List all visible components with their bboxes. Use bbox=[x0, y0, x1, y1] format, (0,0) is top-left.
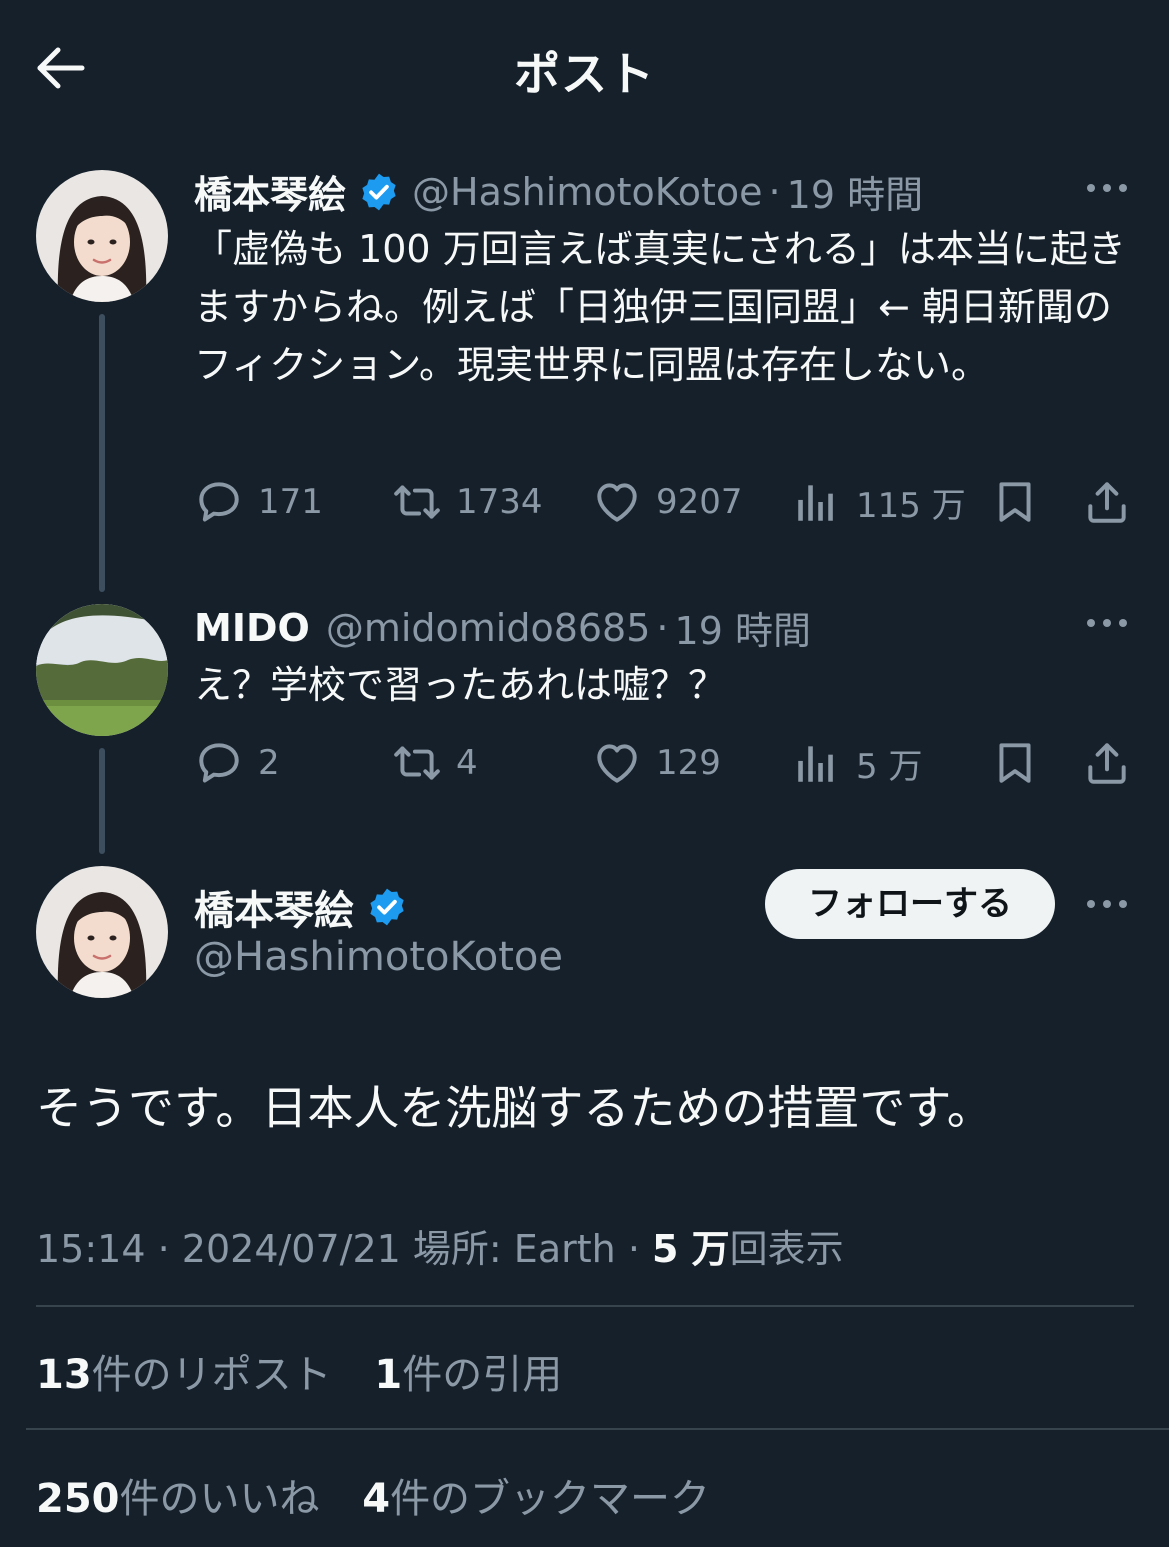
display-name[interactable]: MIDO bbox=[194, 606, 310, 650]
bookmark-icon bbox=[990, 738, 1040, 788]
quotes-stat[interactable]: 1件の引用 bbox=[374, 1352, 562, 1398]
like-count: 9207 bbox=[656, 482, 743, 522]
page-title: ポスト bbox=[514, 47, 655, 101]
repost-icon bbox=[392, 477, 442, 527]
bookmark-button[interactable] bbox=[990, 477, 1040, 527]
separator: · bbox=[656, 605, 669, 650]
post-meta: 15:14 · 2024/07/21 場所: Earth · 5 万回表示 bbox=[36, 1218, 844, 1273]
separator: · bbox=[768, 169, 781, 214]
repost-count: 4 bbox=[456, 743, 478, 783]
follow-button[interactable]: フォローする bbox=[765, 869, 1055, 939]
views-chart-icon bbox=[792, 477, 842, 527]
views-label: 回表示 bbox=[729, 1227, 844, 1271]
verified-badge-icon bbox=[366, 886, 408, 928]
views-count: 5 万 bbox=[652, 1227, 730, 1271]
post-date[interactable]: 2024/07/21 bbox=[182, 1227, 401, 1271]
repost-button[interactable]: 1734 bbox=[392, 477, 543, 527]
more-options-button[interactable] bbox=[1083, 892, 1131, 916]
user-avatar-image bbox=[36, 866, 168, 998]
user-handle[interactable]: @HashimotoKotoe bbox=[194, 934, 563, 980]
likes-label: 件のいいね bbox=[119, 1476, 320, 1522]
user-handle[interactable]: @midomido8685 bbox=[326, 606, 651, 650]
like-count: 129 bbox=[656, 743, 721, 783]
bookmark-button[interactable] bbox=[990, 738, 1040, 788]
reply-count: 2 bbox=[258, 743, 280, 783]
user-avatar-image bbox=[36, 170, 168, 302]
view-count: 115 万 bbox=[856, 485, 966, 526]
post-time[interactable]: 15:14 bbox=[36, 1227, 146, 1271]
display-name[interactable]: 橋本琴絵 bbox=[194, 878, 354, 936]
divider bbox=[26, 1428, 1169, 1430]
timestamp[interactable]: 19 時間 bbox=[787, 164, 923, 219]
reposts-count: 13 bbox=[36, 1352, 92, 1398]
more-options-button[interactable] bbox=[1083, 176, 1131, 200]
divider bbox=[36, 1305, 1134, 1307]
share-icon bbox=[1082, 477, 1132, 527]
more-options-button[interactable] bbox=[1083, 611, 1131, 635]
heart-icon bbox=[592, 477, 642, 527]
like-button[interactable]: 129 bbox=[592, 738, 721, 788]
timestamp[interactable]: 19 時間 bbox=[675, 600, 811, 655]
bookmarks-count: 4 bbox=[362, 1476, 391, 1522]
main-post-text: そうです。日本人を洗脳するための措置です。 bbox=[36, 1081, 993, 1135]
more-icon bbox=[1083, 611, 1131, 635]
more-icon bbox=[1083, 176, 1131, 200]
bookmarks-stat[interactable]: 4件のブックマーク bbox=[362, 1476, 710, 1522]
avatar[interactable] bbox=[36, 866, 168, 998]
avatar[interactable] bbox=[36, 604, 168, 736]
reply-count: 171 bbox=[258, 482, 323, 522]
like-button[interactable]: 9207 bbox=[592, 477, 743, 527]
main-post-author: 橋本琴絵 bbox=[194, 878, 420, 936]
repost-button[interactable]: 4 bbox=[392, 738, 478, 788]
quotes-label: 件の引用 bbox=[402, 1352, 563, 1398]
engagement-row-1: 13件のリポスト 1件の引用 bbox=[36, 1342, 592, 1400]
reply-icon bbox=[194, 738, 244, 788]
bookmark-icon bbox=[990, 477, 1040, 527]
tweet-text: え？学校で習ったあれは嘘？？ bbox=[194, 663, 727, 707]
post-location: 場所: Earth bbox=[412, 1227, 616, 1271]
views-chart-icon bbox=[792, 738, 842, 788]
views-button[interactable]: 115 万 bbox=[792, 477, 966, 527]
reply-button[interactable]: 171 bbox=[194, 477, 323, 527]
user-handle[interactable]: @HashimotoKotoe bbox=[412, 170, 763, 214]
bookmarks-label: 件のブックマーク bbox=[390, 1476, 711, 1522]
thread-line bbox=[99, 748, 105, 854]
tweet-text: 「虚偽も 100 万回言えば真実にされる」は本当に起きますからね。例えば「日独伊… bbox=[194, 227, 1126, 387]
heart-icon bbox=[592, 738, 642, 788]
more-icon bbox=[1083, 892, 1131, 916]
reposts-label: 件のリポスト bbox=[91, 1352, 332, 1398]
separator: · bbox=[157, 1227, 170, 1271]
avatar[interactable] bbox=[36, 170, 168, 302]
reposts-stat[interactable]: 13件のリポスト bbox=[36, 1352, 332, 1398]
share-button[interactable] bbox=[1082, 477, 1132, 527]
quotes-count: 1 bbox=[374, 1352, 403, 1398]
repost-icon bbox=[392, 738, 442, 788]
likes-count: 250 bbox=[36, 1476, 120, 1522]
views-button[interactable]: 5 万 bbox=[792, 738, 922, 788]
tweet-header: 橋本琴絵 @HashimotoKotoe · 19 時間 bbox=[194, 164, 923, 219]
reply-button[interactable]: 2 bbox=[194, 738, 280, 788]
share-button[interactable] bbox=[1082, 738, 1132, 788]
engagement-row-2: 250件のいいね 4件のブックマーク bbox=[36, 1466, 740, 1524]
repost-count: 1734 bbox=[456, 482, 543, 522]
share-icon bbox=[1082, 738, 1132, 788]
tweet-header: MIDO @midomido8685 · 19 時間 bbox=[194, 600, 811, 655]
separator: · bbox=[627, 1227, 640, 1271]
likes-stat[interactable]: 250件のいいね bbox=[36, 1476, 320, 1522]
user-avatar-image bbox=[36, 604, 168, 736]
reply-icon bbox=[194, 477, 244, 527]
view-count: 5 万 bbox=[856, 746, 923, 787]
display-name[interactable]: 橋本琴絵 bbox=[194, 164, 346, 219]
thread-line bbox=[99, 314, 105, 592]
verified-badge-icon bbox=[358, 171, 400, 213]
